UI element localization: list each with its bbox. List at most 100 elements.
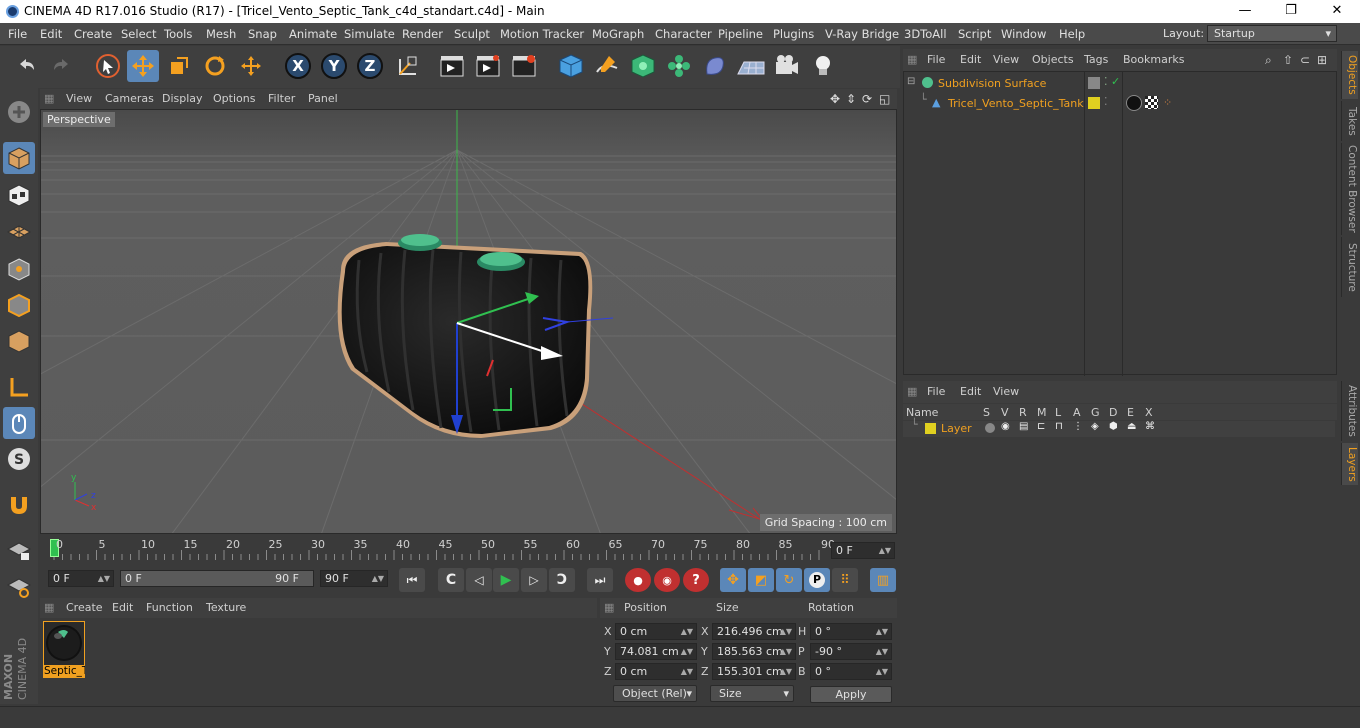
rotation-b-field[interactable]: 0 ° ▲▼: [810, 663, 892, 680]
material-menu-texture[interactable]: Texture: [206, 601, 246, 614]
timeline-ruler[interactable]: 0 5 10 15 20 25 30 35 40 45 50 55 60 65 70 75 80 85 90 0 F…: [40, 536, 897, 564]
floor-button[interactable]: [735, 50, 767, 82]
menu-render[interactable]: Render: [402, 27, 443, 41]
current-frame-field[interactable]: 0 F ▲▼: [831, 542, 895, 559]
deformer-button[interactable]: [699, 50, 731, 82]
tweak-mode-button[interactable]: [3, 407, 35, 439]
col-l[interactable]: L: [1055, 406, 1061, 419]
col-g[interactable]: G: [1091, 406, 1100, 419]
tab-structure[interactable]: Structure: [1341, 237, 1358, 297]
model-mode-button[interactable]: [3, 142, 35, 174]
perspective-viewport[interactable]: y z x Perspective Grid Spacing : 100 cm: [40, 109, 897, 534]
camera-button[interactable]: [771, 50, 803, 82]
material-tag-icon[interactable]: [1126, 95, 1142, 111]
goto-end-button[interactable]: ⏭: [587, 568, 613, 592]
menu-3dtoall[interactable]: 3DToAll: [904, 27, 947, 41]
layer-row[interactable]: └ Layer ◉ ▤ ⊏ ⊓ ⋮ ◈ ⬢ ⏏ ⌘: [903, 418, 1335, 437]
viewport-menu-view[interactable]: View: [66, 92, 92, 105]
end-frame-field[interactable]: 90 F ▲▼: [320, 570, 388, 587]
up-arrow-icon[interactable]: ⇧: [1283, 53, 1293, 67]
restore-button[interactable]: ❐: [1268, 0, 1314, 23]
layer-menu-view[interactable]: View: [993, 385, 1019, 398]
minimize-button[interactable]: —: [1222, 0, 1268, 23]
timeline-window-button[interactable]: ▥: [870, 568, 896, 592]
frame-range-slider[interactable]: 0 F 90 F: [120, 570, 314, 587]
render-view-button[interactable]: [436, 50, 468, 82]
menu-create[interactable]: Create: [74, 27, 112, 41]
layer-color-icon[interactable]: [1088, 97, 1100, 109]
menu-animate[interactable]: Animate: [289, 27, 337, 41]
menu-pipeline[interactable]: Pipeline: [718, 27, 763, 41]
size-x-field[interactable]: 216.496 cm ▲▼: [712, 623, 796, 640]
material-menu-edit[interactable]: Edit: [112, 601, 133, 614]
texture-mode-button[interactable]: [3, 179, 35, 211]
live-selection-button[interactable]: [92, 50, 124, 82]
next-frame-button[interactable]: ▷: [521, 568, 547, 592]
col-x[interactable]: X: [1145, 406, 1153, 419]
layer-menu-edit[interactable]: Edit: [960, 385, 981, 398]
viewport-menu-cameras[interactable]: Cameras: [105, 92, 154, 105]
viewport-menu-options[interactable]: Options: [213, 92, 255, 105]
menu-window[interactable]: Window: [1001, 27, 1046, 41]
move-tool-button[interactable]: [127, 50, 159, 82]
key-rotation-button[interactable]: ↻: [776, 568, 802, 592]
deformer-icon[interactable]: ⬢: [1109, 421, 1118, 432]
viewport-maximize-icon[interactable]: ◱: [879, 92, 890, 106]
layer-menu-file[interactable]: File: [927, 385, 945, 398]
menu-snap[interactable]: Snap: [248, 27, 277, 41]
edges-mode-button[interactable]: [3, 289, 35, 321]
new-window-icon[interactable]: ⊞: [1317, 53, 1327, 67]
col-d[interactable]: D: [1109, 406, 1117, 419]
expression-icon[interactable]: ⏏: [1127, 421, 1136, 432]
lock-icon[interactable]: ⊓: [1055, 421, 1063, 432]
generator-icon[interactable]: ◈: [1091, 421, 1099, 432]
col-m[interactable]: M: [1037, 406, 1047, 419]
manager-icon[interactable]: ⊏: [1037, 421, 1045, 432]
layout-select[interactable]: Startup ▾: [1207, 25, 1337, 42]
render-clapper-icon[interactable]: ▤: [1019, 421, 1028, 432]
layer-color-swatch[interactable]: [925, 423, 936, 434]
phong-tag-icon[interactable]: ⁘: [1163, 96, 1172, 109]
object-menu-tags[interactable]: Tags: [1084, 53, 1108, 66]
object-menu-bookmarks[interactable]: Bookmarks: [1123, 53, 1184, 66]
link-icon[interactable]: ⊂: [1300, 53, 1310, 67]
make-editable-button[interactable]: [3, 96, 35, 128]
undo-button[interactable]: [10, 50, 42, 82]
cloner-button[interactable]: [663, 50, 695, 82]
cube-object-button[interactable]: [555, 50, 587, 82]
col-s[interactable]: S: [983, 406, 990, 419]
redo-button[interactable]: [46, 50, 78, 82]
rotate-tool-button[interactable]: [199, 50, 231, 82]
coordinate-system-button[interactable]: [392, 50, 424, 82]
uvw-tag-icon[interactable]: [1145, 96, 1158, 109]
start-frame-field[interactable]: 0 F ▲▼: [48, 570, 114, 587]
viewport-menu-panel[interactable]: Panel: [308, 92, 338, 105]
pen-spline-button[interactable]: [591, 50, 623, 82]
recent-tool-button[interactable]: [235, 50, 267, 82]
visibility-dots-icon[interactable]: ⁚: [1104, 95, 1108, 108]
size-z-field[interactable]: 155.301 cm ▲▼: [712, 663, 796, 680]
visibility-dots-icon[interactable]: ⁚: [1104, 75, 1108, 88]
menu-select[interactable]: Select: [121, 27, 156, 41]
object-row-septic-tank[interactable]: └ ▲ Tricel_Vento_Septic_Tank ⁚ ⁘: [904, 93, 1336, 114]
render-picture-viewer-button[interactable]: [472, 50, 504, 82]
points-mode-button[interactable]: [3, 253, 35, 285]
col-e[interactable]: E: [1127, 406, 1134, 419]
y-axis-button[interactable]: Y: [318, 50, 350, 82]
position-z-field[interactable]: 0 cm ▲▼: [615, 663, 697, 680]
record-keys-button[interactable]: ●: [625, 568, 651, 592]
object-menu-view[interactable]: View: [993, 53, 1019, 66]
render-settings-button[interactable]: [508, 50, 540, 82]
key-scale-button[interactable]: ◩: [748, 568, 774, 592]
axis-mode-button[interactable]: [3, 371, 35, 403]
animation-icon[interactable]: ⋮: [1073, 421, 1083, 432]
menu-tools[interactable]: Tools: [164, 27, 192, 41]
light-button[interactable]: [807, 50, 839, 82]
position-x-field[interactable]: 0 cm ▲▼: [615, 623, 697, 640]
tab-content-browser[interactable]: Content Browser: [1341, 143, 1358, 235]
workplane-lock-button[interactable]: [3, 534, 35, 566]
object-menu-edit[interactable]: Edit: [960, 53, 981, 66]
goto-start-button[interactable]: ⏮: [399, 568, 425, 592]
menu-vray-bridge[interactable]: V-Ray Bridge: [825, 27, 899, 41]
key-parameter-button[interactable]: P: [804, 568, 830, 592]
